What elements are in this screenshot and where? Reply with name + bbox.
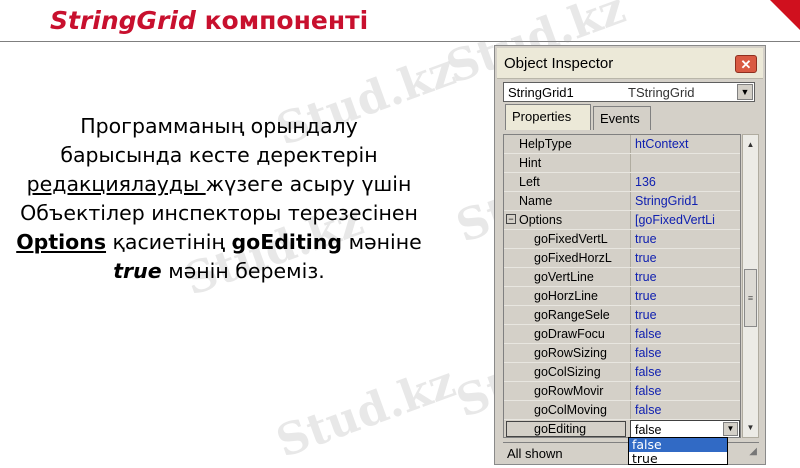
underlined-text: редакциялауды (26, 172, 206, 196)
window-titlebar[interactable]: Object Inspector ✕ (497, 48, 763, 79)
slide-title-component: StringGrid (50, 6, 196, 35)
vertical-scrollbar[interactable]: ▲ ≡ ▼ (742, 134, 759, 438)
window-title: Object Inspector (504, 55, 614, 72)
property-name: goEditing (534, 422, 587, 436)
property-row[interactable]: Left 136 (504, 173, 740, 192)
property-row[interactable]: goVertLine true (504, 268, 740, 287)
property-name: Hint (519, 156, 542, 170)
property-value[interactable]: true (630, 249, 740, 267)
property-value[interactable]: false ▼ (630, 420, 740, 437)
property-value[interactable]: StringGrid1 (630, 192, 740, 210)
property-row[interactable]: − Options [goFixedVertLi (504, 211, 740, 230)
scroll-up-icon[interactable]: ▲ (743, 137, 758, 153)
tab-properties[interactable]: Properties (505, 104, 591, 130)
property-grid: HelpType htContext Hint Left 136 Name StringGr… (503, 134, 741, 438)
property-row[interactable]: goEditing false ▼ (504, 420, 740, 437)
object-inspector-window: Object Inspector ✕ StringGrid1 TStringGr… (494, 45, 766, 465)
property-row[interactable]: goFixedVertL true (504, 230, 740, 249)
property-name: goRowMovir (534, 384, 604, 398)
property-row[interactable]: goFixedHorzL true (504, 249, 740, 268)
chevron-down-icon[interactable]: ▼ (737, 84, 753, 100)
property-value[interactable]: true (630, 287, 740, 305)
chevron-down-icon[interactable]: ▼ (723, 422, 738, 436)
component-name: StringGrid1 (508, 85, 574, 100)
paragraph-text: мәніне (342, 230, 422, 254)
property-value[interactable]: true (630, 230, 740, 248)
paragraph-line: true мәнін береміз. (0, 257, 438, 286)
property-row[interactable]: HelpType htContext (504, 135, 740, 154)
property-row[interactable]: goColMoving false (504, 401, 740, 420)
property-value[interactable]: false (630, 382, 740, 400)
property-name: goColMoving (534, 403, 607, 417)
property-name: goDrawFocu (534, 327, 605, 341)
component-selector[interactable]: StringGrid1 TStringGrid ▼ (503, 82, 755, 102)
property-value[interactable]: true (630, 306, 740, 324)
options-keyword: Options (16, 230, 107, 254)
property-value[interactable]: false (630, 344, 740, 362)
property-value[interactable]: 136 (630, 173, 740, 191)
property-row[interactable]: Hint (504, 154, 740, 173)
property-row[interactable]: goRowMovir false (504, 382, 740, 401)
status-text: All shown (507, 446, 563, 461)
scroll-down-icon[interactable]: ▼ (743, 420, 758, 436)
dropdown-option[interactable]: true (629, 452, 727, 465)
paragraph-text: мәнін береміз. (161, 259, 325, 283)
property-value[interactable]: false (630, 363, 740, 381)
true-keyword: true (113, 259, 162, 283)
property-value[interactable]: [goFixedVertLi (630, 211, 740, 229)
close-icon[interactable]: ✕ (735, 55, 757, 73)
property-name: goHorzLine (534, 289, 598, 303)
property-name: HelpType (519, 137, 572, 151)
scrollbar-thumb[interactable]: ≡ (744, 269, 757, 327)
property-name: Left (519, 175, 540, 189)
paragraph-line: Options қасиетінің goEditing мәніне (0, 228, 438, 257)
paragraph-line: барысында кесте деректерін (60, 143, 378, 167)
property-row[interactable]: goHorzLine true (504, 287, 740, 306)
property-name: goFixedHorzL (534, 251, 612, 265)
dropdown-option[interactable]: false (629, 438, 727, 452)
property-name: goFixedVertL (534, 232, 608, 246)
slide-title: StringGrid компоненті (50, 6, 368, 35)
paragraph-line: редакциялауды жүзеге асыру үшін (0, 170, 438, 199)
corner-decoration (770, 0, 800, 30)
property-name: goColSizing (534, 365, 601, 379)
property-value[interactable]: htContext (630, 135, 740, 153)
paragraph-line: Объектілер инспекторы терезесінен (20, 201, 418, 225)
property-value[interactable]: true (630, 268, 740, 286)
paragraph-text: қасиетінің (106, 230, 232, 254)
property-value[interactable] (630, 154, 740, 172)
property-name: goRowSizing (534, 346, 607, 360)
property-value[interactable]: false (630, 401, 740, 419)
slide-title-rest: компоненті (195, 6, 369, 35)
paragraph-line: Программаның орындалу (80, 114, 358, 138)
watermark: Stud.kz (270, 356, 462, 468)
property-row[interactable]: goDrawFocu false (504, 325, 740, 344)
resize-grip-icon[interactable]: ◢ (749, 446, 757, 457)
property-name: Name (519, 194, 553, 208)
collapse-icon[interactable]: − (506, 214, 516, 224)
property-row[interactable]: goRangeSele true (504, 306, 740, 325)
instruction-paragraph: Программаның орындалу барысында кесте де… (0, 112, 438, 286)
property-value[interactable]: false (630, 325, 740, 343)
tab-events[interactable]: Events (593, 106, 651, 130)
title-divider (0, 41, 800, 42)
goediting-keyword: goEditing (231, 230, 343, 254)
property-name: goVertLine (534, 270, 594, 284)
property-row[interactable]: goColSizing false (504, 363, 740, 382)
property-name: Options (519, 213, 563, 227)
property-name: goRangeSele (534, 308, 610, 322)
property-row[interactable]: Name StringGrid1 (504, 192, 740, 211)
property-row[interactable]: goRowSizing false (504, 344, 740, 363)
value-dropdown-list: false true (628, 437, 728, 465)
component-type: TStringGrid (628, 85, 695, 100)
paragraph-text: жүзеге асыру үшін (205, 172, 412, 196)
